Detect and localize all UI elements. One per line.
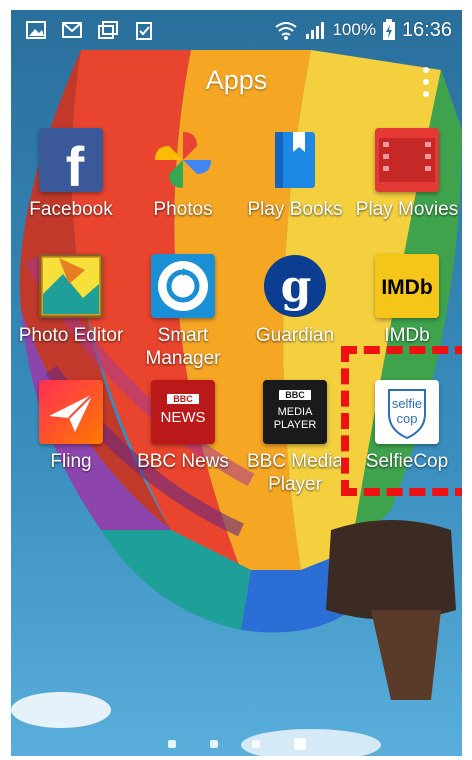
guardian-glyph: g — [281, 261, 312, 312]
app-photos[interactable]: Photos — [127, 128, 239, 221]
app-label: BBC Media Player — [246, 451, 344, 495]
app-label: Photo Editor — [18, 325, 124, 346]
play-books-icon — [263, 128, 327, 192]
overflow-menu-button[interactable] — [415, 67, 437, 97]
page-title: Apps — [205, 65, 268, 95]
clock: 16:36 — [401, 18, 452, 41]
news-logo-text: NEWS — [161, 409, 206, 426]
app-label: BBC News — [137, 451, 229, 472]
player-logo-text: PLAYER — [274, 419, 317, 431]
bbc-media-player-icon: BBC MEDIA PLAYER — [263, 380, 327, 444]
play-movies-icon — [375, 128, 439, 192]
facebook-glyph: f — [66, 135, 85, 192]
gallery-icon — [26, 21, 46, 39]
bbc-news-icon: BBC NEWS — [151, 380, 215, 444]
app-photo-editor[interactable]: Photo Editor — [15, 254, 127, 347]
page-dot-3[interactable] — [251, 740, 260, 748]
app-imdb[interactable]: IMDb IMDb — [351, 254, 462, 347]
overflow-dot — [423, 67, 429, 73]
signal-icon — [306, 22, 325, 39]
app-label: Photos — [153, 199, 213, 220]
app-facebook[interactable]: f Facebook — [15, 128, 127, 221]
facebook-icon: f — [39, 128, 103, 192]
mail-icon — [62, 22, 82, 38]
app-label: SelfieCop — [365, 451, 449, 472]
app-label: Facebook — [29, 199, 113, 220]
page-indicator — [11, 738, 462, 750]
selfie-logo-text: selfie — [392, 396, 422, 411]
status-bar: 100% 16:36 — [11, 10, 462, 50]
bbc-logo-text: BBC — [285, 390, 305, 400]
bbc-logo-text: BBC — [173, 394, 193, 404]
guardian-icon: g — [263, 254, 327, 318]
photos-icon — [151, 128, 215, 192]
app-guardian[interactable]: g Guardian — [239, 254, 351, 347]
app-label: Smart Manager — [145, 325, 221, 369]
multi-window-icon — [98, 21, 118, 39]
fling-icon — [39, 380, 103, 444]
app-play-movies[interactable]: Play Movies — [351, 128, 462, 221]
app-bbc-news[interactable]: BBC NEWS BBC News — [127, 380, 239, 473]
battery-charging-icon — [382, 19, 395, 40]
battery-percentage: 100% — [332, 20, 376, 39]
app-selfiecop[interactable]: selfie cop SelfieCop — [351, 380, 462, 473]
app-label: Play Books — [247, 199, 343, 220]
cop-logo-text: cop — [397, 411, 418, 426]
app-fling[interactable]: Fling — [15, 380, 127, 473]
app-label: Guardian — [255, 325, 335, 346]
home-screen: 100% 16:36 Apps f Facebook Photos Play B… — [11, 10, 462, 756]
photo-editor-icon — [39, 254, 103, 318]
app-smart-manager[interactable]: Smart Manager — [127, 254, 239, 370]
app-label: Fling — [50, 451, 92, 472]
app-bbc-media-player[interactable]: BBC MEDIA PLAYER BBC Media Player — [239, 380, 351, 496]
imdb-glyph: IMDb — [381, 276, 432, 299]
app-label: IMDb — [384, 325, 430, 346]
app-label: Play Movies — [355, 199, 459, 220]
selfiecop-icon: selfie cop — [375, 380, 439, 444]
media-logo-text: MEDIA — [278, 406, 314, 418]
app-play-books[interactable]: Play Books — [239, 128, 351, 221]
imdb-icon: IMDb — [375, 254, 439, 318]
overflow-dot — [423, 91, 429, 97]
overflow-dot — [423, 79, 429, 85]
page-dot-2[interactable] — [209, 740, 218, 748]
clipboard-check-icon — [136, 22, 152, 40]
page-dot-4-active[interactable] — [293, 738, 306, 750]
page-dot-1[interactable] — [167, 740, 176, 748]
wifi-icon — [275, 22, 298, 40]
smart-manager-icon — [151, 254, 215, 318]
